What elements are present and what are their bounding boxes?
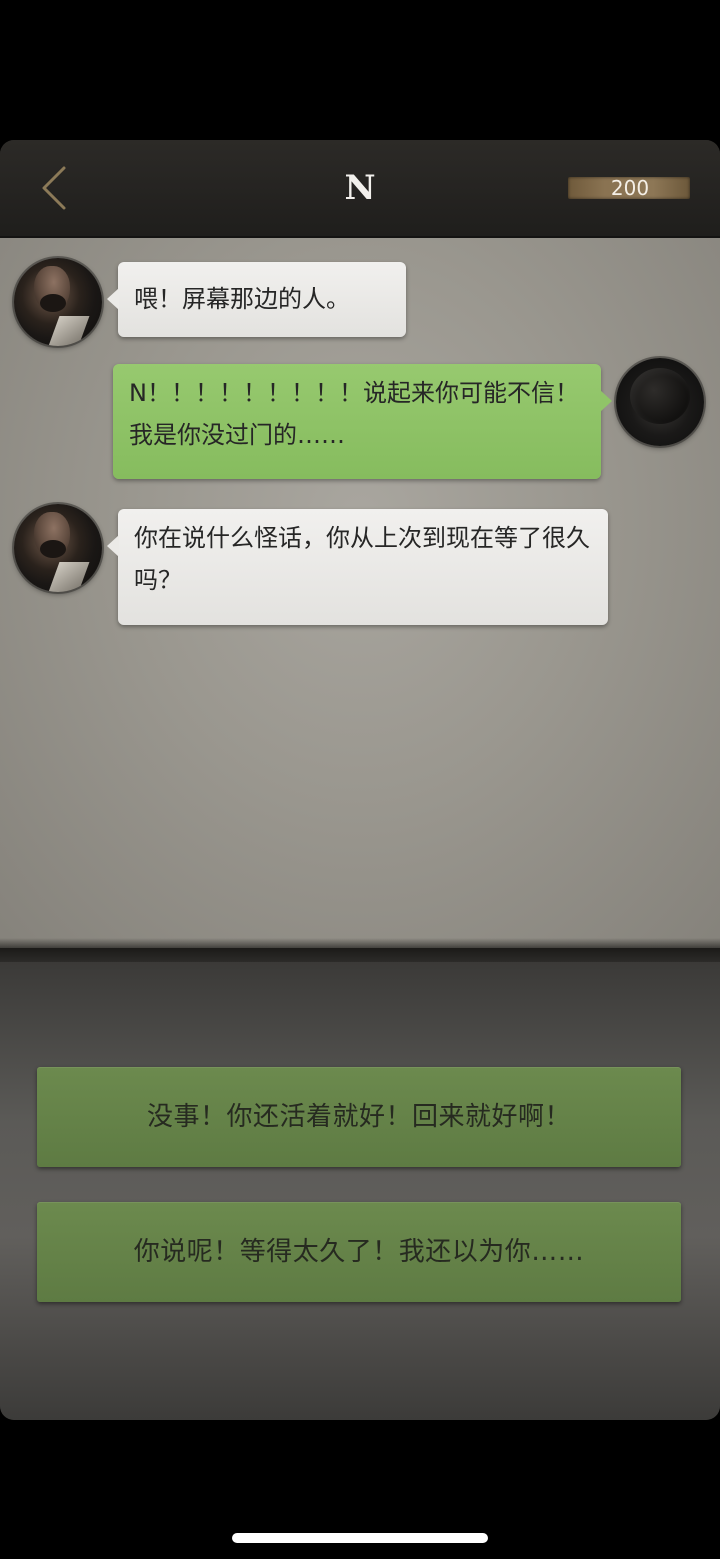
reply-options: 没事！你还活着就好！回来就好啊！ 你说呢！等得太久了！我还以为你…… (0, 962, 720, 1420)
contact-avatar[interactable] (14, 504, 102, 592)
coin-counter: 200 (568, 177, 690, 199)
player-avatar[interactable] (616, 358, 704, 446)
divider (0, 948, 720, 962)
back-button[interactable] (34, 162, 78, 214)
contact-avatar[interactable] (14, 258, 102, 346)
reply-option-1[interactable]: 没事！你还活着就好！回来就好啊！ (37, 1067, 681, 1167)
phone-screen: N 200 喂！屏幕那边的人。 N！！！！！！！！！说起来你可能不信！我是你没过… (0, 140, 720, 1420)
message-bubble-incoming: 喂！屏幕那边的人。 (107, 262, 406, 337)
message-bubble-outgoing: N！！！！！！！！！说起来你可能不信！我是你没过门的…… (113, 364, 612, 479)
reply-option-2[interactable]: 你说呢！等得太久了！我还以为你…… (37, 1202, 681, 1302)
chat-area: 喂！屏幕那边的人。 N！！！！！！！！！说起来你可能不信！我是你没过门的…… 你… (0, 238, 720, 952)
chevron-left-icon (42, 166, 66, 210)
home-indicator[interactable] (232, 1533, 488, 1543)
top-bar: N 200 (0, 140, 720, 238)
message-bubble-incoming: 你在说什么怪话，你从上次到现在等了很久吗？ (107, 509, 608, 625)
